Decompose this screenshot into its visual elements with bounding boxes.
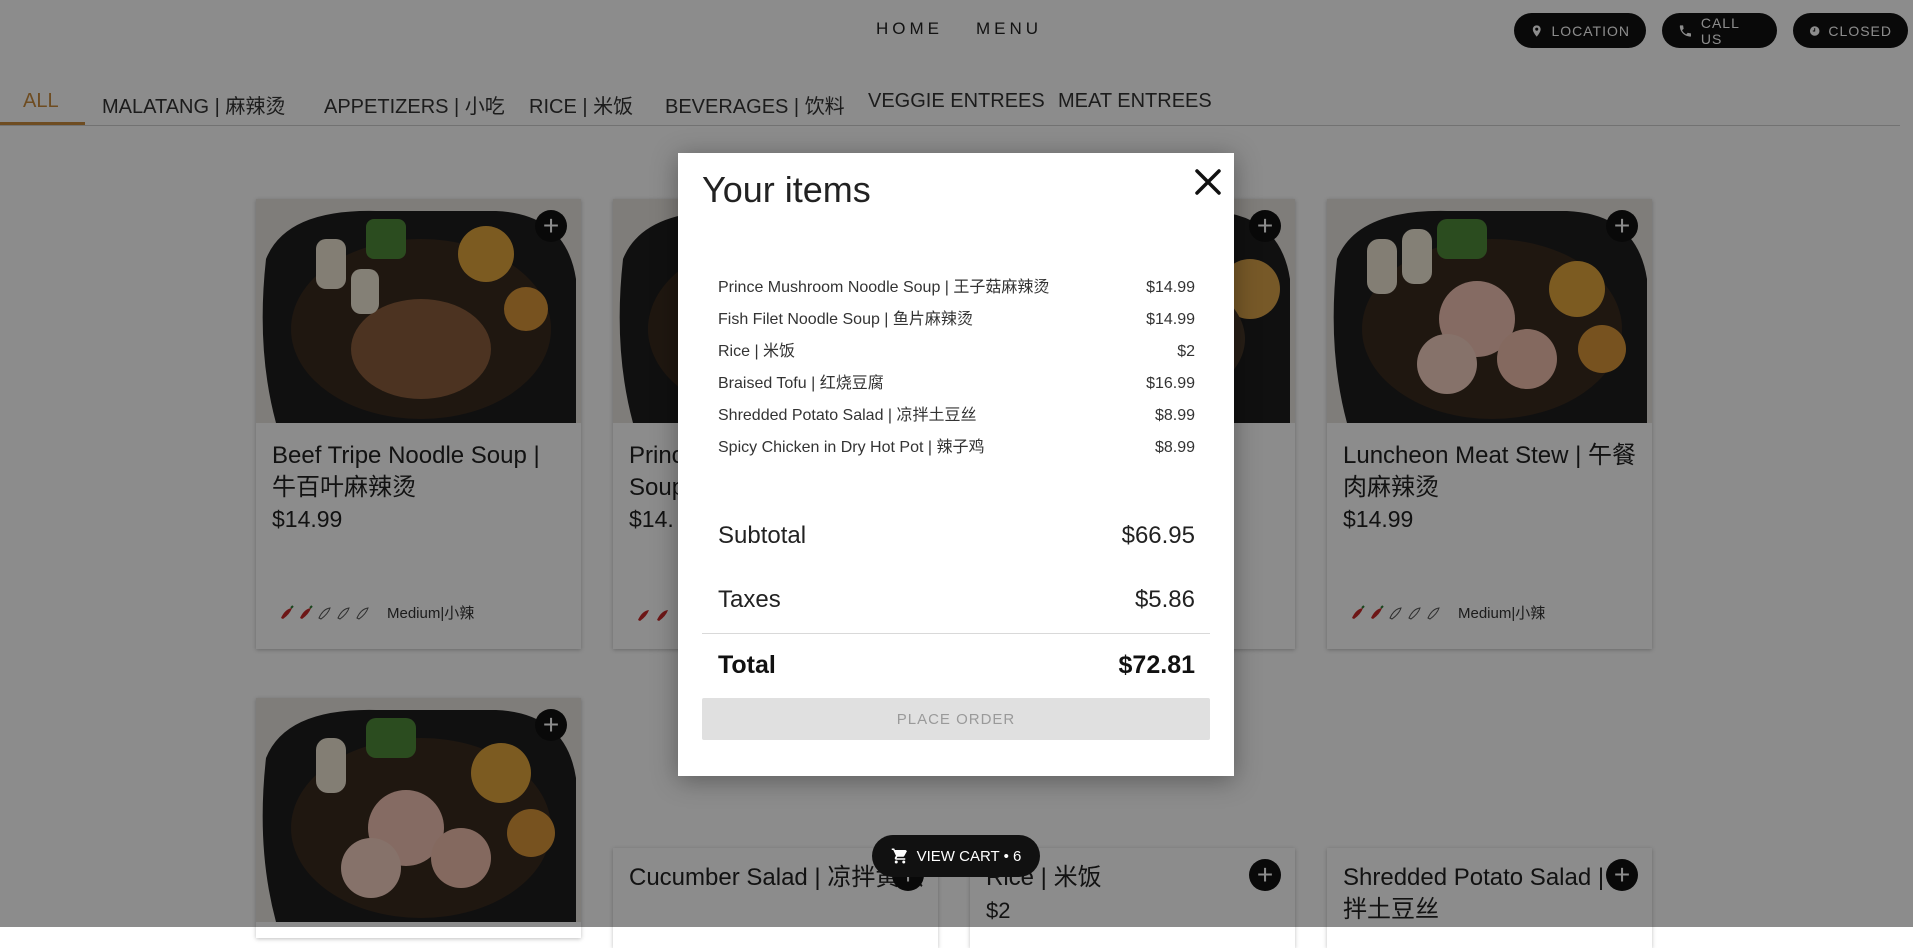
cart-item-name: Fish Filet Noodle Soup | 鱼片麻辣烫 — [718, 311, 973, 328]
cart-item-price: $8.99 — [1154, 439, 1195, 456]
taxes-label: Taxes — [718, 586, 781, 613]
subtotal-value: $66.95 — [1121, 522, 1195, 549]
cart-item: Fish Filet Noodle Soup | 鱼片麻辣烫 $14.99 — [718, 310, 1195, 342]
cart-item: Braised Tofu | 红烧豆腐 $16.99 — [718, 374, 1195, 406]
close-icon[interactable] — [1191, 165, 1225, 199]
cart-item-name: Spicy Chicken in Dry Hot Pot | 辣子鸡 — [718, 439, 985, 456]
view-cart-label: VIEW CART • 6 — [916, 847, 1022, 865]
cart-item-list: Prince Mushroom Noodle Soup | 王子菇麻辣烫 $14… — [718, 278, 1195, 470]
cart-item: Spicy Chicken in Dry Hot Pot | 辣子鸡 $8.99 — [718, 438, 1195, 470]
cart-item-name: Prince Mushroom Noodle Soup | 王子菇麻辣烫 — [718, 279, 1050, 296]
cart-icon — [891, 848, 907, 864]
view-cart-button[interactable]: VIEW CART • 6 — [872, 835, 1040, 877]
cart-item-name: Shredded Potato Salad | 凉拌土豆丝 — [718, 407, 977, 424]
cart-modal: Your items Prince Mushroom Noodle Soup |… — [678, 153, 1234, 776]
modal-title: Your items — [702, 169, 871, 210]
total-row: Total $72.81 — [718, 651, 1195, 680]
cart-item: Rice | 米饭 $2 — [718, 342, 1195, 374]
subtotal-row: Subtotal $66.95 — [718, 522, 1195, 550]
cart-item-price: $14.99 — [1146, 311, 1195, 328]
divider — [702, 633, 1210, 634]
cart-item-price: $14.99 — [1146, 279, 1195, 296]
cart-item-price: $16.99 — [1146, 375, 1195, 392]
place-order-button[interactable]: PLACE ORDER — [702, 698, 1210, 740]
cart-item-name: Braised Tofu | 红烧豆腐 — [718, 375, 884, 392]
cart-item: Prince Mushroom Noodle Soup | 王子菇麻辣烫 $14… — [718, 278, 1195, 310]
cart-item-price: $8.99 — [1154, 407, 1195, 424]
cart-item: Shredded Potato Salad | 凉拌土豆丝 $8.99 — [718, 406, 1195, 438]
cart-item-name: Rice | 米饭 — [718, 343, 796, 360]
total-label: Total — [718, 651, 776, 679]
cart-item-price: $2 — [1177, 343, 1195, 360]
taxes-row: Taxes $5.86 — [718, 586, 1195, 614]
taxes-value: $5.86 — [1134, 586, 1195, 613]
total-value: $72.81 — [1118, 651, 1195, 679]
subtotal-label: Subtotal — [718, 522, 807, 549]
